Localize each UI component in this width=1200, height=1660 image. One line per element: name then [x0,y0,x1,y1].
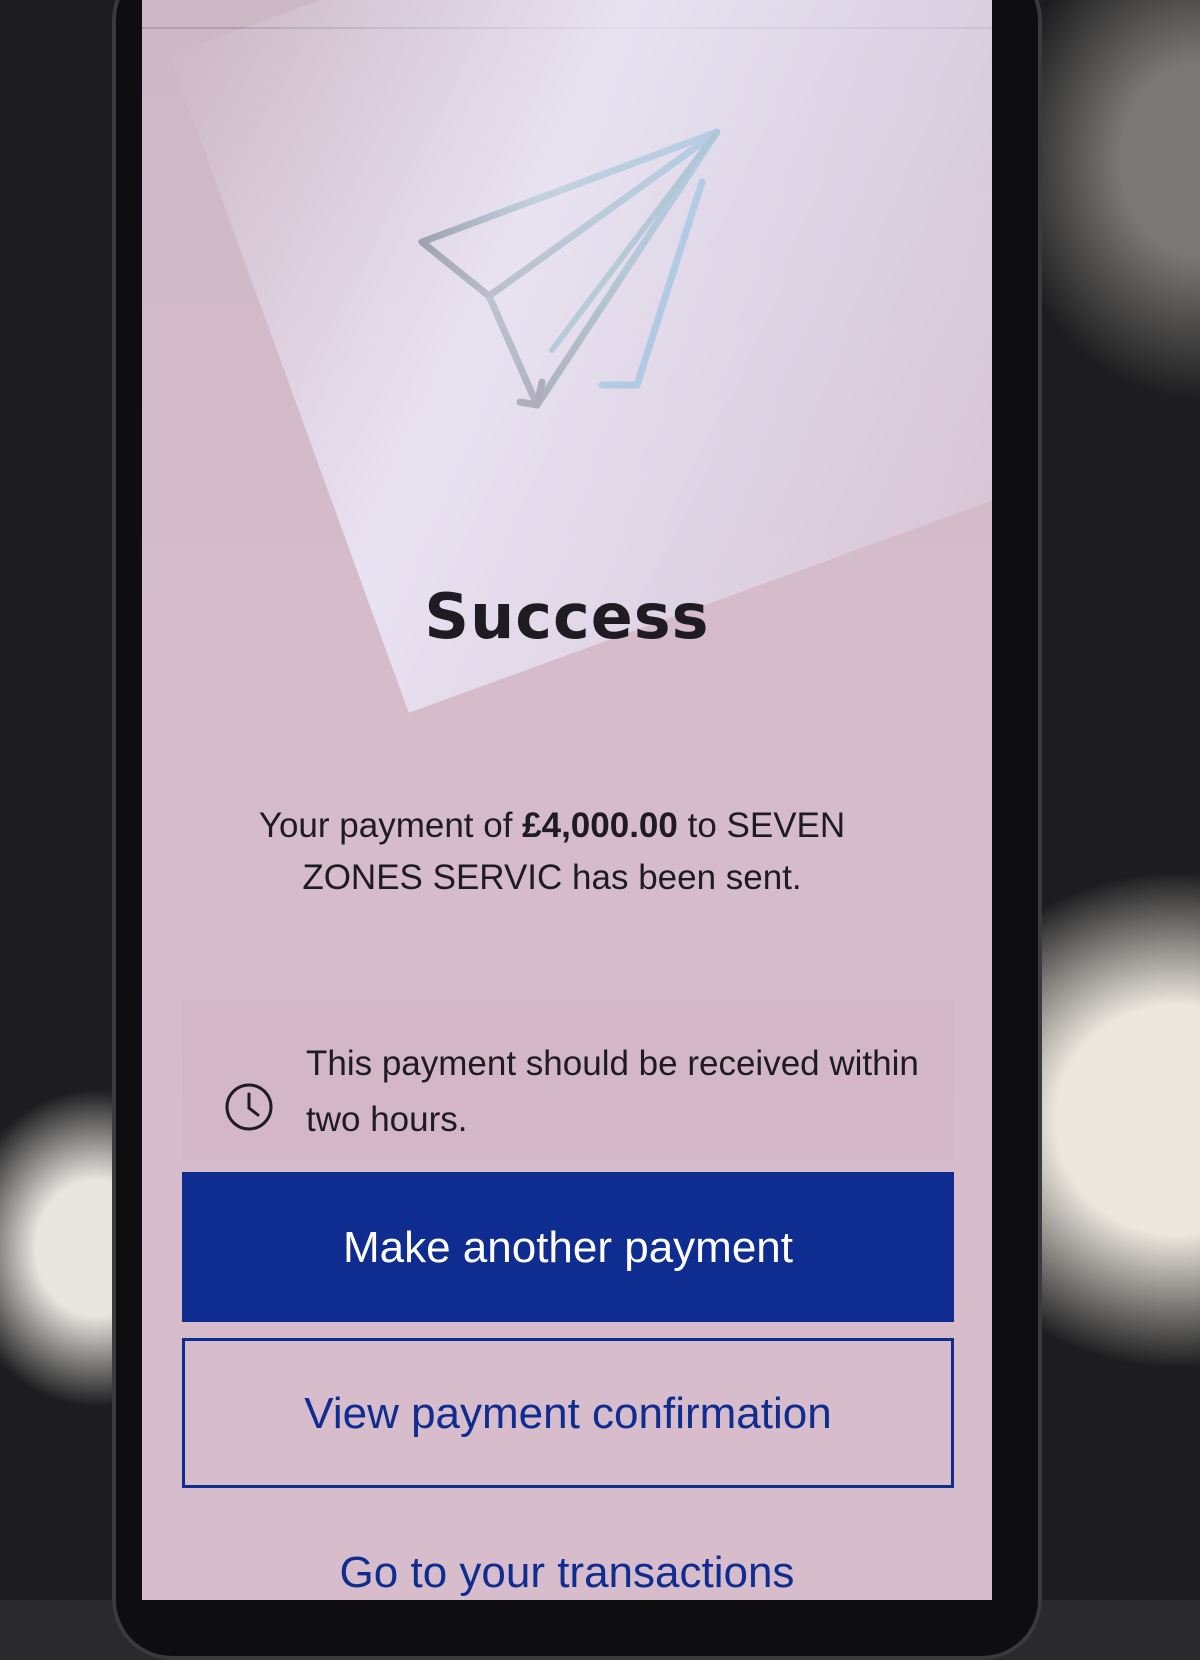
clock-icon [225,1083,273,1131]
payment-message: Your payment of £4,000.00 to SEVEN ZONES… [202,800,902,904]
status-divider [142,27,992,29]
message-suffix: has been sent. [562,858,802,897]
view-payment-confirmation-button[interactable]: View payment confirmation [182,1338,954,1488]
success-title: Success [424,580,710,653]
payment-amount: £4,000.00 [522,806,678,845]
message-prefix: Your payment of [258,806,523,845]
paper-plane-icon [418,128,721,409]
info-banner: This payment should be received within t… [182,1000,954,1160]
phone-screen: Success Your payment of £4,000.00 to SEV… [142,0,992,1600]
make-another-payment-button[interactable]: Make another payment [182,1172,954,1322]
message-middle: to [677,806,727,845]
info-text: This payment should be received within t… [306,1044,919,1139]
go-to-transactions-link[interactable]: Go to your transactions [142,1548,992,1598]
